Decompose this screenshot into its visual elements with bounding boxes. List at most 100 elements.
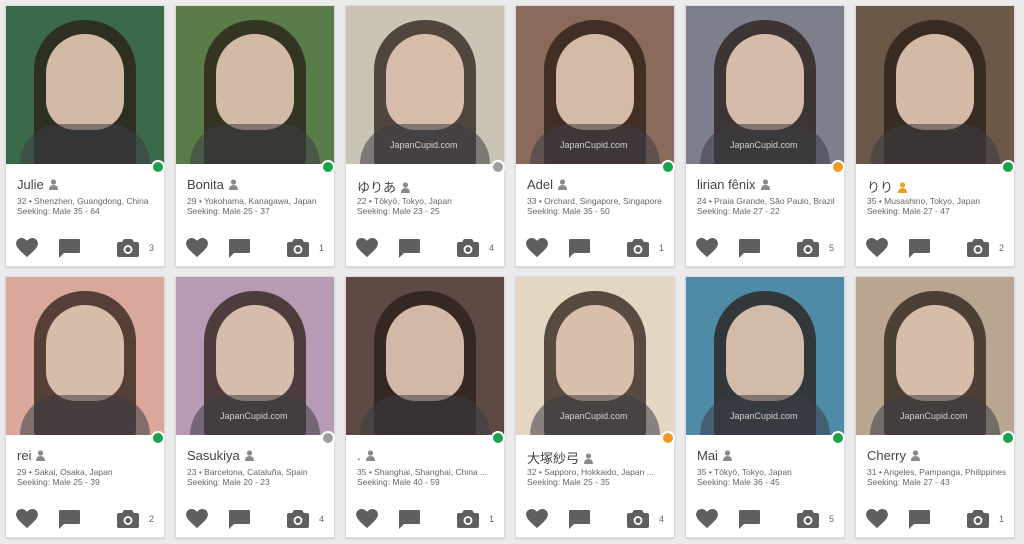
camera-icon[interactable] — [457, 510, 479, 528]
heart-icon[interactable] — [526, 238, 548, 258]
online-status-indicator — [661, 431, 675, 445]
online-status-indicator — [321, 431, 335, 445]
heart-icon[interactable] — [356, 238, 378, 258]
chat-icon[interactable] — [58, 510, 80, 529]
camera-icon[interactable] — [287, 510, 309, 528]
online-status-indicator — [831, 160, 845, 174]
heart-icon[interactable] — [526, 509, 548, 529]
profile-name[interactable]: rei — [17, 448, 31, 463]
watermark-logo: JapanCupid.com — [900, 411, 968, 421]
profile-card[interactable]: Julie 32 • Shenzhen, Guangdong, China Se… — [5, 5, 165, 267]
camera-icon[interactable] — [627, 239, 649, 257]
chat-icon[interactable] — [228, 239, 250, 258]
camera-icon[interactable] — [967, 510, 989, 528]
camera-icon[interactable] — [627, 510, 649, 528]
camera-icon[interactable] — [457, 239, 479, 257]
chat-icon[interactable] — [398, 510, 420, 529]
profile-name[interactable]: . — [357, 448, 361, 463]
profile-card[interactable]: JapanCupid.com Adel 33 • Orchard, Singap… — [515, 5, 675, 267]
chat-icon[interactable] — [228, 510, 250, 529]
profile-photo[interactable] — [6, 6, 164, 164]
camera-icon[interactable] — [117, 510, 139, 528]
chat-icon[interactable] — [908, 239, 930, 258]
profile-card[interactable]: JapanCupid.com Mai 35 • Tōkyō, Tokyo, Ja… — [685, 276, 845, 538]
profile-photo[interactable]: JapanCupid.com — [176, 277, 334, 435]
profile-name[interactable]: Adel — [527, 177, 553, 192]
camera-icon[interactable] — [797, 510, 819, 528]
online-status-indicator — [831, 431, 845, 445]
profile-card[interactable]: JapanCupid.com 大塚紗弓 32 • Sapporo, Hokkai… — [515, 276, 675, 538]
profile-name[interactable]: Julie — [17, 177, 44, 192]
chat-icon[interactable] — [398, 239, 420, 258]
heart-icon[interactable] — [186, 509, 208, 529]
watermark-logo: JapanCupid.com — [220, 411, 288, 421]
photo-count: 2 — [999, 243, 1005, 253]
profile-photo[interactable] — [856, 6, 1014, 164]
heart-icon[interactable] — [696, 238, 718, 258]
profile-location: 29 • Yokohama, Kanagawa, Japan — [187, 196, 317, 206]
chat-icon[interactable] — [568, 239, 590, 258]
online-status-indicator — [1001, 160, 1015, 174]
heart-icon[interactable] — [356, 509, 378, 529]
heart-icon[interactable] — [866, 238, 888, 258]
profile-name[interactable]: Cherry — [867, 448, 906, 463]
camera-icon[interactable] — [287, 239, 309, 257]
user-icon — [898, 182, 908, 193]
profile-name[interactable]: Sasukiya — [187, 448, 240, 463]
heart-icon[interactable] — [696, 509, 718, 529]
profile-seeking: Seeking: Male 27 - 47 — [867, 206, 950, 216]
profile-name[interactable]: ゆりあ — [357, 180, 396, 195]
chat-icon[interactable] — [738, 239, 760, 258]
profile-photo[interactable]: JapanCupid.com — [516, 6, 674, 164]
profile-card[interactable]: JapanCupid.com Cherry 31 • Angeles, Pamp… — [855, 276, 1015, 538]
profile-card[interactable]: rei 29 • Sakai, Osaka, Japan Seeking: Ma… — [5, 276, 165, 538]
profile-location: 22 • Tōkyō, Tokyo, Japan — [357, 196, 452, 206]
profile-photo[interactable]: JapanCupid.com — [856, 277, 1014, 435]
photo-count: 1 — [489, 514, 495, 524]
profile-card[interactable]: JapanCupid.com lirian fênix 24 • Praia G… — [685, 5, 845, 267]
watermark-logo: JapanCupid.com — [730, 411, 798, 421]
profile-location: 35 • Tōkyō, Tokyo, Japan — [697, 467, 792, 477]
watermark-logo: JapanCupid.com — [390, 140, 458, 150]
profile-photo[interactable]: JapanCupid.com — [516, 277, 674, 435]
profile-card[interactable]: . 35 • Shanghai, Shanghai, China ... See… — [345, 276, 505, 538]
profile-photo[interactable]: JapanCupid.com — [686, 6, 844, 164]
profile-name[interactable]: Mai — [697, 448, 718, 463]
profile-name[interactable]: lirian fênix — [697, 177, 756, 192]
photo-count: 4 — [659, 514, 665, 524]
profile-photo[interactable] — [6, 277, 164, 435]
chat-icon[interactable] — [908, 510, 930, 529]
profile-photo[interactable] — [346, 277, 504, 435]
camera-icon[interactable] — [117, 239, 139, 257]
chat-icon[interactable] — [568, 510, 590, 529]
chat-icon[interactable] — [738, 510, 760, 529]
heart-icon[interactable] — [186, 238, 208, 258]
chat-icon[interactable] — [58, 239, 80, 258]
photo-count: 5 — [829, 514, 835, 524]
profile-photo[interactable]: JapanCupid.com — [346, 6, 504, 164]
photo-count: 4 — [319, 514, 325, 524]
profile-name[interactable]: りり — [867, 180, 893, 195]
profile-seeking: Seeking: Male 20 - 23 — [187, 477, 270, 487]
heart-icon[interactable] — [16, 238, 38, 258]
profile-card[interactable]: Bonita 29 • Yokohama, Kanagawa, Japan Se… — [175, 5, 335, 267]
online-status-indicator — [151, 160, 165, 174]
profile-card[interactable]: JapanCupid.com ゆりあ 22 • Tōkyō, Tokyo, Ja… — [345, 5, 505, 267]
photo-count: 5 — [829, 243, 835, 253]
profile-card[interactable]: りり 35 • Musashino, Tokyo, Japan Seeking:… — [855, 5, 1015, 267]
profile-name[interactable]: Bonita — [187, 177, 224, 192]
profile-photo[interactable]: JapanCupid.com — [686, 277, 844, 435]
user-icon — [760, 179, 770, 190]
profile-photo[interactable] — [176, 6, 334, 164]
profile-seeking: Seeking: Male 27 - 22 — [697, 206, 780, 216]
user-icon — [558, 179, 568, 190]
heart-icon[interactable] — [866, 509, 888, 529]
profile-grid: Julie 32 • Shenzhen, Guangdong, China Se… — [0, 0, 1024, 544]
profile-card[interactable]: JapanCupid.com Sasukiya 23 • Barcelona, … — [175, 276, 335, 538]
photo-count: 1 — [999, 514, 1005, 524]
camera-icon[interactable] — [967, 239, 989, 257]
profile-name[interactable]: 大塚紗弓 — [527, 451, 579, 466]
profile-location: 23 • Barcelona, Cataluña, Spain — [187, 467, 308, 477]
heart-icon[interactable] — [16, 509, 38, 529]
camera-icon[interactable] — [797, 239, 819, 257]
